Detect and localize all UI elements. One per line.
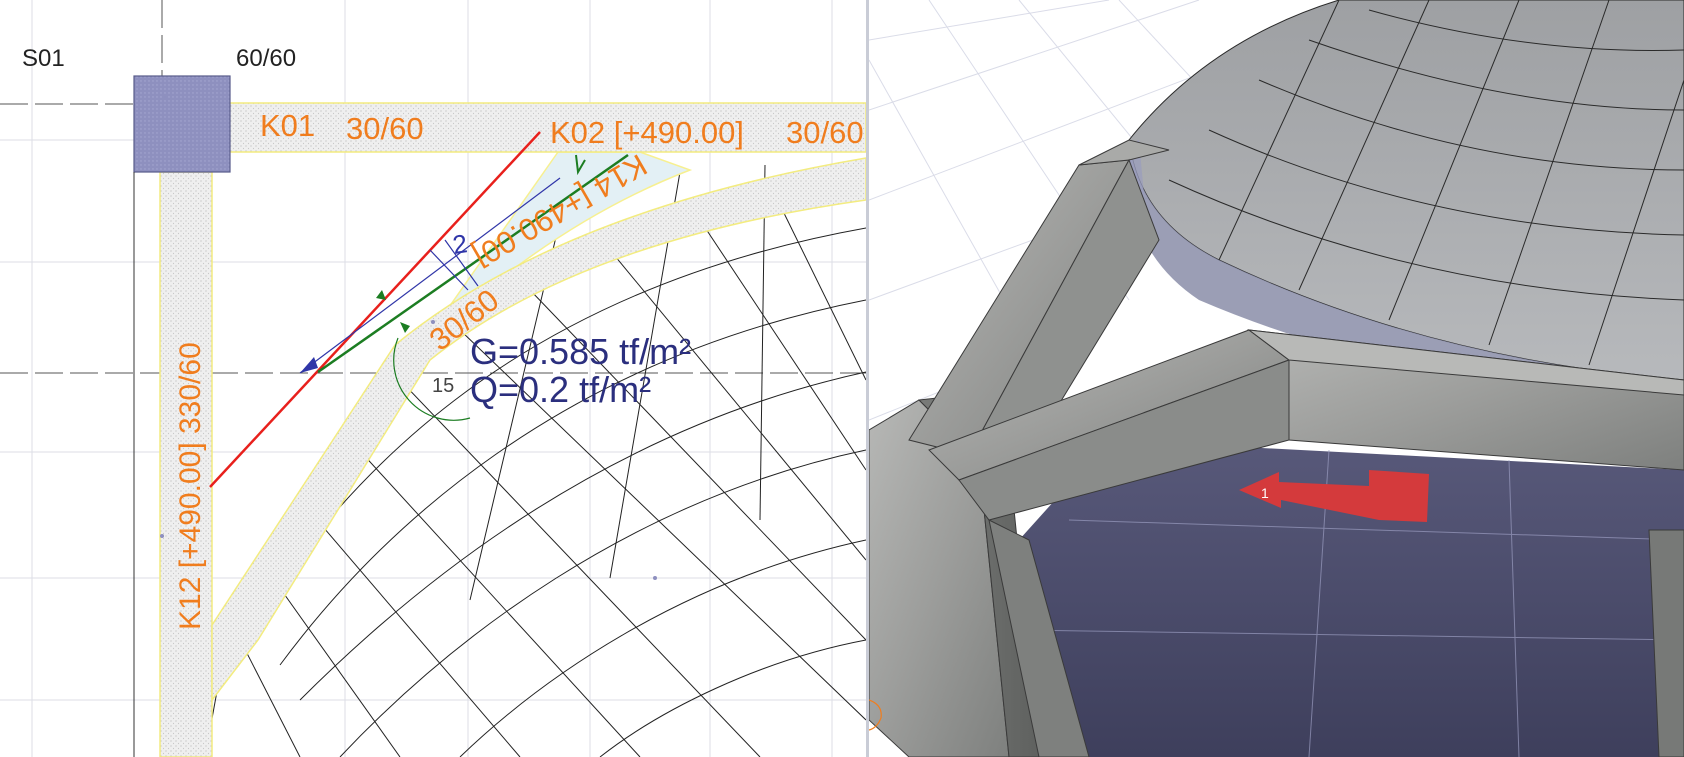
beam-k01-size: 30/60 — [346, 111, 424, 146]
beam-k02-size: 30/60 — [786, 115, 864, 150]
green-arrow-icon — [400, 322, 410, 333]
beam-k01[interactable] — [227, 102, 866, 153]
dimension-value: 2 — [451, 228, 470, 260]
dimension-arrow-icon — [300, 357, 318, 373]
local-axis-label: 1 — [1261, 485, 1269, 501]
angle-value: 15 — [432, 375, 454, 397]
dome-shell[interactable] — [1128, 0, 1684, 381]
beam-k02-name: K02 [+490.00] — [550, 115, 744, 150]
plan-view[interactable]: 2 15 S01 60/60 K01 30/60 K02 [+490.00] 3… — [0, 0, 866, 757]
plan-canvas[interactable]: 2 15 S01 60/60 K01 30/60 K02 [+490.00] 3… — [0, 0, 866, 757]
column-s01[interactable] — [133, 75, 231, 173]
beam-k01-name: K01 — [260, 108, 315, 143]
beam-k12-name: K12 [+490.00] 330/60 — [174, 342, 207, 630]
load-live-text: Q=0.2 tf/m² — [470, 369, 651, 410]
column-size-label: 60/60 — [236, 45, 296, 72]
load-dead-text: G=0.585 tf/m² — [470, 331, 691, 372]
view-3d-canvas[interactable]: 1 — [869, 0, 1684, 757]
view-3d[interactable]: 1 — [869, 0, 1684, 757]
green-arrow-icon — [376, 290, 386, 300]
column-label: S01 — [22, 45, 65, 72]
